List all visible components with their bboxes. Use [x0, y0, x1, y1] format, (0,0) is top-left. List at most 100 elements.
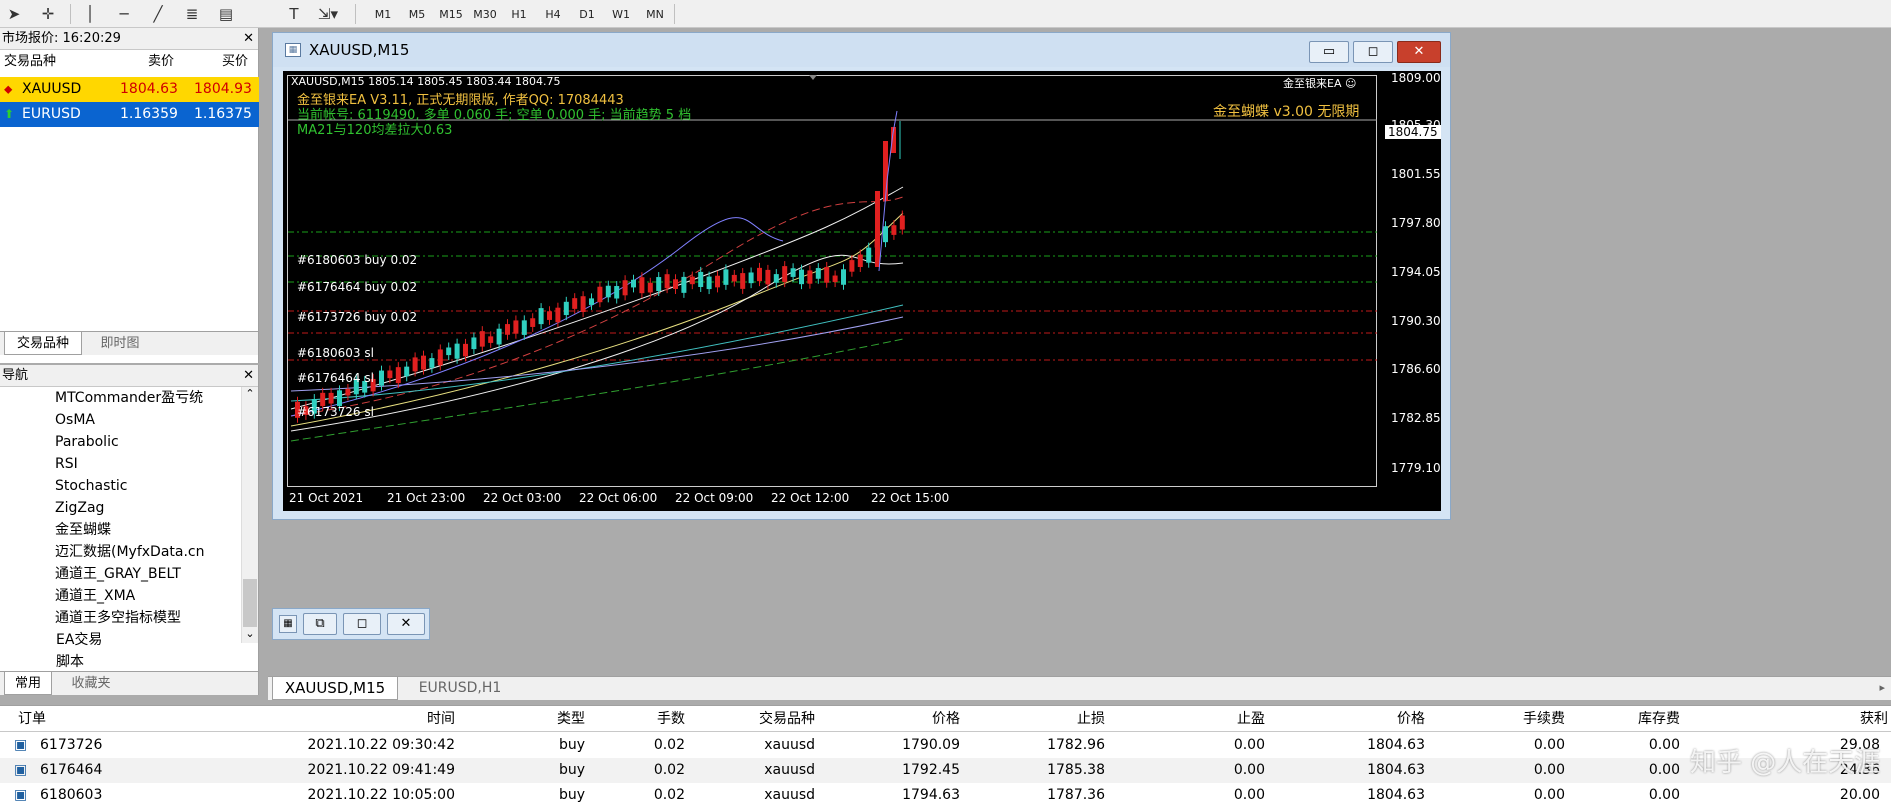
order-label: #6180603 buy 0.02	[297, 253, 418, 267]
candle-body	[883, 226, 888, 243]
nav-item-indicator[interactable]: f迈汇数据(MyfxData.cn	[55, 541, 240, 563]
text-icon[interactable]: T	[282, 3, 306, 25]
close-icon[interactable]: ✕	[243, 28, 254, 50]
candle-body	[547, 311, 552, 320]
col-bid[interactable]: 卖价	[148, 51, 174, 73]
market-row-xauusd[interactable]: ⬥ XAUUSD 1804.63 1804.93	[0, 77, 259, 102]
tab-xauusd-m15[interactable]: XAUUSD,M15	[272, 677, 398, 700]
candle-body	[479, 331, 485, 347]
cursor-icon[interactable]: ➤	[2, 3, 26, 25]
candle-body	[421, 355, 426, 370]
minimize-button[interactable]: ▭	[1309, 41, 1349, 63]
tf-m1[interactable]: M1	[368, 5, 398, 23]
tf-mn[interactable]: MN	[640, 5, 670, 23]
down-arrow-icon: ⬥	[4, 82, 13, 96]
table-row[interactable]: ▣ 6176464 2021.10.22 09:41:49 buy 0.02 x…	[0, 758, 1891, 783]
nav-item-indicator[interactable]: f金至蝴蝶	[55, 519, 240, 541]
close-button[interactable]: ✕	[1397, 41, 1441, 63]
trendline-icon[interactable]: ╱	[146, 3, 170, 25]
chart-window-title: XAUUSD,M15	[309, 41, 410, 59]
tab-common[interactable]: 常用	[4, 672, 52, 695]
nav-item-indicator[interactable]: fMTCommander盈亏统	[55, 387, 240, 409]
tf-h4[interactable]: H4	[538, 5, 568, 23]
vertical-line-icon[interactable]: │	[78, 3, 102, 25]
candle-body	[513, 320, 519, 334]
order-icon: ▣	[14, 762, 28, 778]
candle-body	[412, 357, 418, 372]
tab-favorites[interactable]: 收藏夹	[56, 672, 126, 695]
candle-body	[446, 347, 452, 356]
nav-item-indicator[interactable]: f通道王_GRAY_BELT	[55, 563, 240, 585]
channel-icon[interactable]: ▤	[214, 3, 238, 25]
col-lots[interactable]: 手数	[610, 706, 685, 732]
nav-group-scripts[interactable]: ⊞ 脚本	[56, 651, 241, 673]
chevron-down-icon[interactable]: ⌄	[242, 627, 258, 643]
nav-item-indicator[interactable]: fParabolic	[55, 431, 240, 453]
close-button[interactable]: ✕	[387, 613, 425, 635]
close-icon[interactable]: ✕	[243, 365, 254, 387]
maximize-button[interactable]: ◻	[343, 613, 381, 635]
col-order[interactable]: 订单	[18, 706, 46, 732]
nav-item-indicator[interactable]: fRSI	[55, 453, 240, 475]
table-row[interactable]: ▣ 6173726 2021.10.22 09:30:42 buy 0.02 x…	[0, 733, 1891, 758]
table-row[interactable]: ▣ 6180603 2021.10.22 10:05:00 buy 0.02 x…	[0, 783, 1891, 808]
candle-body	[815, 268, 821, 279]
nav-item-indicator[interactable]: fStochastic	[55, 475, 240, 497]
col-sl[interactable]: 止损	[1020, 706, 1105, 732]
candle-body	[639, 277, 645, 294]
current-price-tag: 1804.75	[1385, 125, 1441, 139]
candle-body	[773, 274, 779, 283]
nav-item-indicator[interactable]: fOsMA	[55, 409, 240, 431]
tab-symbols[interactable]: 交易品种	[4, 332, 82, 355]
candle-body	[572, 298, 578, 309]
col-symbol[interactable]: 交易品种	[700, 706, 815, 732]
nav-item-indicator[interactable]: f通道王_XMA	[55, 585, 240, 607]
tf-d1[interactable]: D1	[572, 5, 602, 23]
tab-eurusd-h1[interactable]: EURUSD,H1	[404, 677, 516, 700]
col-profit[interactable]: 获利	[1840, 706, 1888, 732]
horizontal-line-icon[interactable]: ─	[112, 3, 136, 25]
candle-body	[748, 272, 754, 284]
col-ask[interactable]: 买价	[222, 51, 248, 73]
navigator-scrollbar[interactable]: ⌃ ⌄	[241, 387, 258, 643]
tf-m30[interactable]: M30	[470, 5, 500, 23]
tf-m5[interactable]: M5	[402, 5, 432, 23]
col-tp[interactable]: 止盈	[1180, 706, 1265, 732]
col-swap[interactable]: 库存费	[1580, 706, 1680, 732]
shapes-dropdown-icon[interactable]: ⇲▾	[316, 3, 340, 25]
tab-tick-chart[interactable]: 即时图	[84, 332, 156, 355]
restore-button[interactable]: ⧉	[303, 613, 337, 635]
market-row-eurusd[interactable]: ⬆ EURUSD 1.16359 1.16375	[0, 102, 259, 127]
tf-m15[interactable]: M15	[436, 5, 466, 23]
tf-h1[interactable]: H1	[504, 5, 534, 23]
maximize-button[interactable]: ◻	[1353, 41, 1393, 63]
col-commission[interactable]: 手续费	[1450, 706, 1565, 732]
col-type[interactable]: 类型	[490, 706, 585, 732]
nav-group-ea[interactable]: ⊞ EA交易	[56, 629, 241, 651]
nav-item-indicator[interactable]: f通道王多空指标模型	[55, 607, 240, 629]
y-tick: 1801.55	[1391, 167, 1441, 181]
col-price[interactable]: 价格	[880, 706, 960, 732]
price-chart[interactable]: XAUUSD,M15 1805.14 1805.45 1803.44 1804.…	[283, 71, 1441, 511]
scroll-thumb[interactable]	[243, 579, 257, 627]
crosshair-icon[interactable]: ✛	[36, 3, 60, 25]
candle-body	[605, 285, 611, 298]
col-current-price[interactable]: 价格	[1320, 706, 1425, 732]
y-tick: 1790.30	[1391, 314, 1441, 328]
candle-body	[555, 307, 561, 323]
tab-scroll-right-icon[interactable]: ▸	[1879, 681, 1885, 694]
candle-body	[395, 367, 401, 384]
toolbar: ➤ ✛ │ ─ ╱ ≣ ▤ T ⇲▾ M1 M5 M15 M30 H1 H4 D…	[0, 0, 1891, 28]
col-time[interactable]: 时间	[280, 706, 455, 732]
minimized-window[interactable]: ▦ ⧉ ◻ ✕	[272, 608, 430, 640]
col-symbol[interactable]: 交易品种	[4, 51, 56, 73]
tf-w1[interactable]: W1	[606, 5, 636, 23]
order-icon: ▣	[14, 787, 28, 803]
chevron-up-icon[interactable]: ⌃	[242, 387, 258, 403]
nav-item-indicator[interactable]: fZigZag	[55, 497, 240, 519]
fibonacci-icon[interactable]: ≣	[180, 3, 204, 25]
x-tick: 22 Oct 03:00	[483, 491, 562, 505]
chart-window-titlebar[interactable]: ▦ XAUUSD,M15 ▭ ◻ ✕	[273, 33, 1450, 67]
candle-body	[530, 318, 536, 327]
chart-svg	[288, 75, 1377, 442]
